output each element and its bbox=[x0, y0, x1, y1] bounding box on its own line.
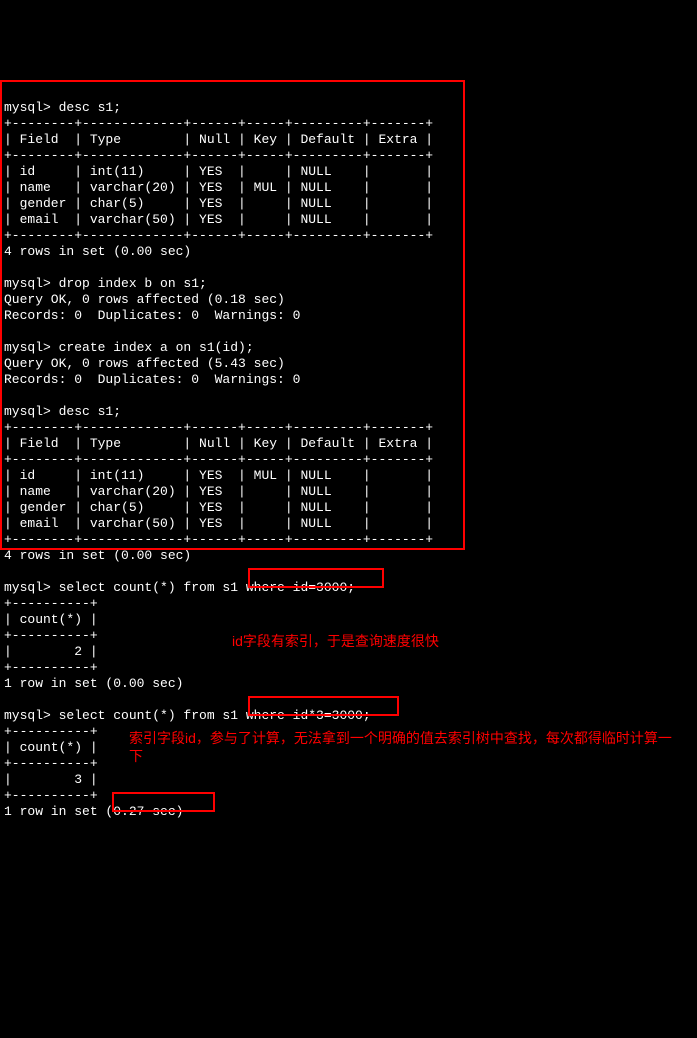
highlight-box-time bbox=[112, 792, 215, 812]
annotation-note-calc: 索引字段id，参与了计算，无法拿到一个明确的值去索引树中查找，每次都得临时计算一… bbox=[129, 729, 684, 765]
terminal-line: +----------+ bbox=[4, 756, 98, 771]
annotation-note-fast: id字段有索引，于是查询速度很快 bbox=[232, 632, 532, 650]
terminal-line: | count(*) | bbox=[4, 740, 98, 755]
terminal-line: +----------+ bbox=[4, 660, 98, 675]
highlight-box-where2 bbox=[248, 696, 399, 716]
highlight-box-where1 bbox=[248, 568, 384, 588]
terminal-line: +----------+ bbox=[4, 596, 98, 611]
terminal-line: | 2 | bbox=[4, 644, 98, 659]
terminal-line: +----------+ bbox=[4, 628, 98, 643]
terminal-line: 4 rows in set (0.00 sec) bbox=[4, 548, 191, 563]
terminal-line: 1 row in set (0.00 sec) bbox=[4, 676, 183, 691]
highlight-box-top bbox=[0, 80, 465, 550]
terminal-line: | count(*) | bbox=[4, 612, 98, 627]
terminal-line: | 3 | bbox=[4, 772, 98, 787]
terminal-line: +----------+ bbox=[4, 788, 98, 803]
terminal-output: mysql> desc s1; +--------+-------------+… bbox=[0, 80, 697, 958]
